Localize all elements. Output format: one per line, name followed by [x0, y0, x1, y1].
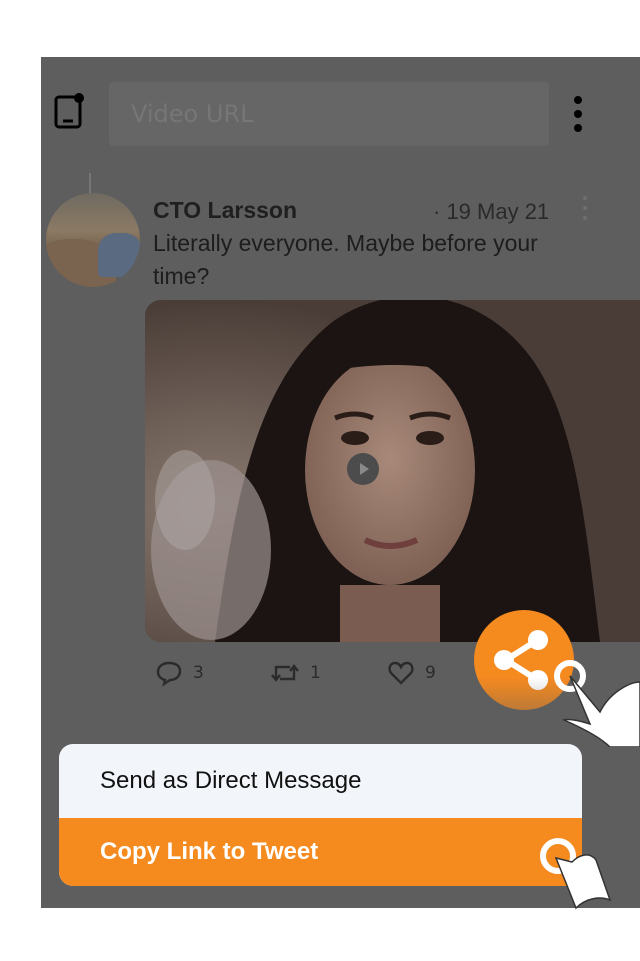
menu-item-copy-link[interactable]: Copy Link to Tweet [59, 818, 582, 886]
tweet-text: Literally everyone. Maybe before your ti… [153, 230, 538, 289]
tap-hand-icon [540, 838, 612, 910]
tap-hand-icon [554, 660, 640, 747]
video-url-input[interactable]: Video URL [109, 82, 549, 146]
share-menu: Send as Direct Message Copy Link to Twee… [59, 744, 582, 886]
more-vertical-icon[interactable] [569, 95, 587, 133]
thread-line [89, 173, 91, 193]
menu-item-copy-link-label: Copy Link to Tweet [100, 838, 319, 865]
tweet-date: · 19 May 21 [433, 199, 550, 224]
tweet-author[interactable]: CTO Larsson [153, 197, 297, 224]
video-thumbnail [145, 300, 640, 642]
avatar[interactable] [46, 193, 140, 287]
menu-item-send-dm[interactable]: Send as Direct Message [59, 744, 582, 818]
video-url-placeholder: Video URL [131, 100, 254, 128]
phone-paste-icon[interactable] [54, 93, 84, 129]
tweet-more-icon[interactable] [579, 195, 591, 221]
menu-item-send-dm-label: Send as Direct Message [100, 767, 362, 794]
play-icon[interactable] [347, 453, 379, 485]
tweet-video[interactable] [145, 300, 640, 642]
